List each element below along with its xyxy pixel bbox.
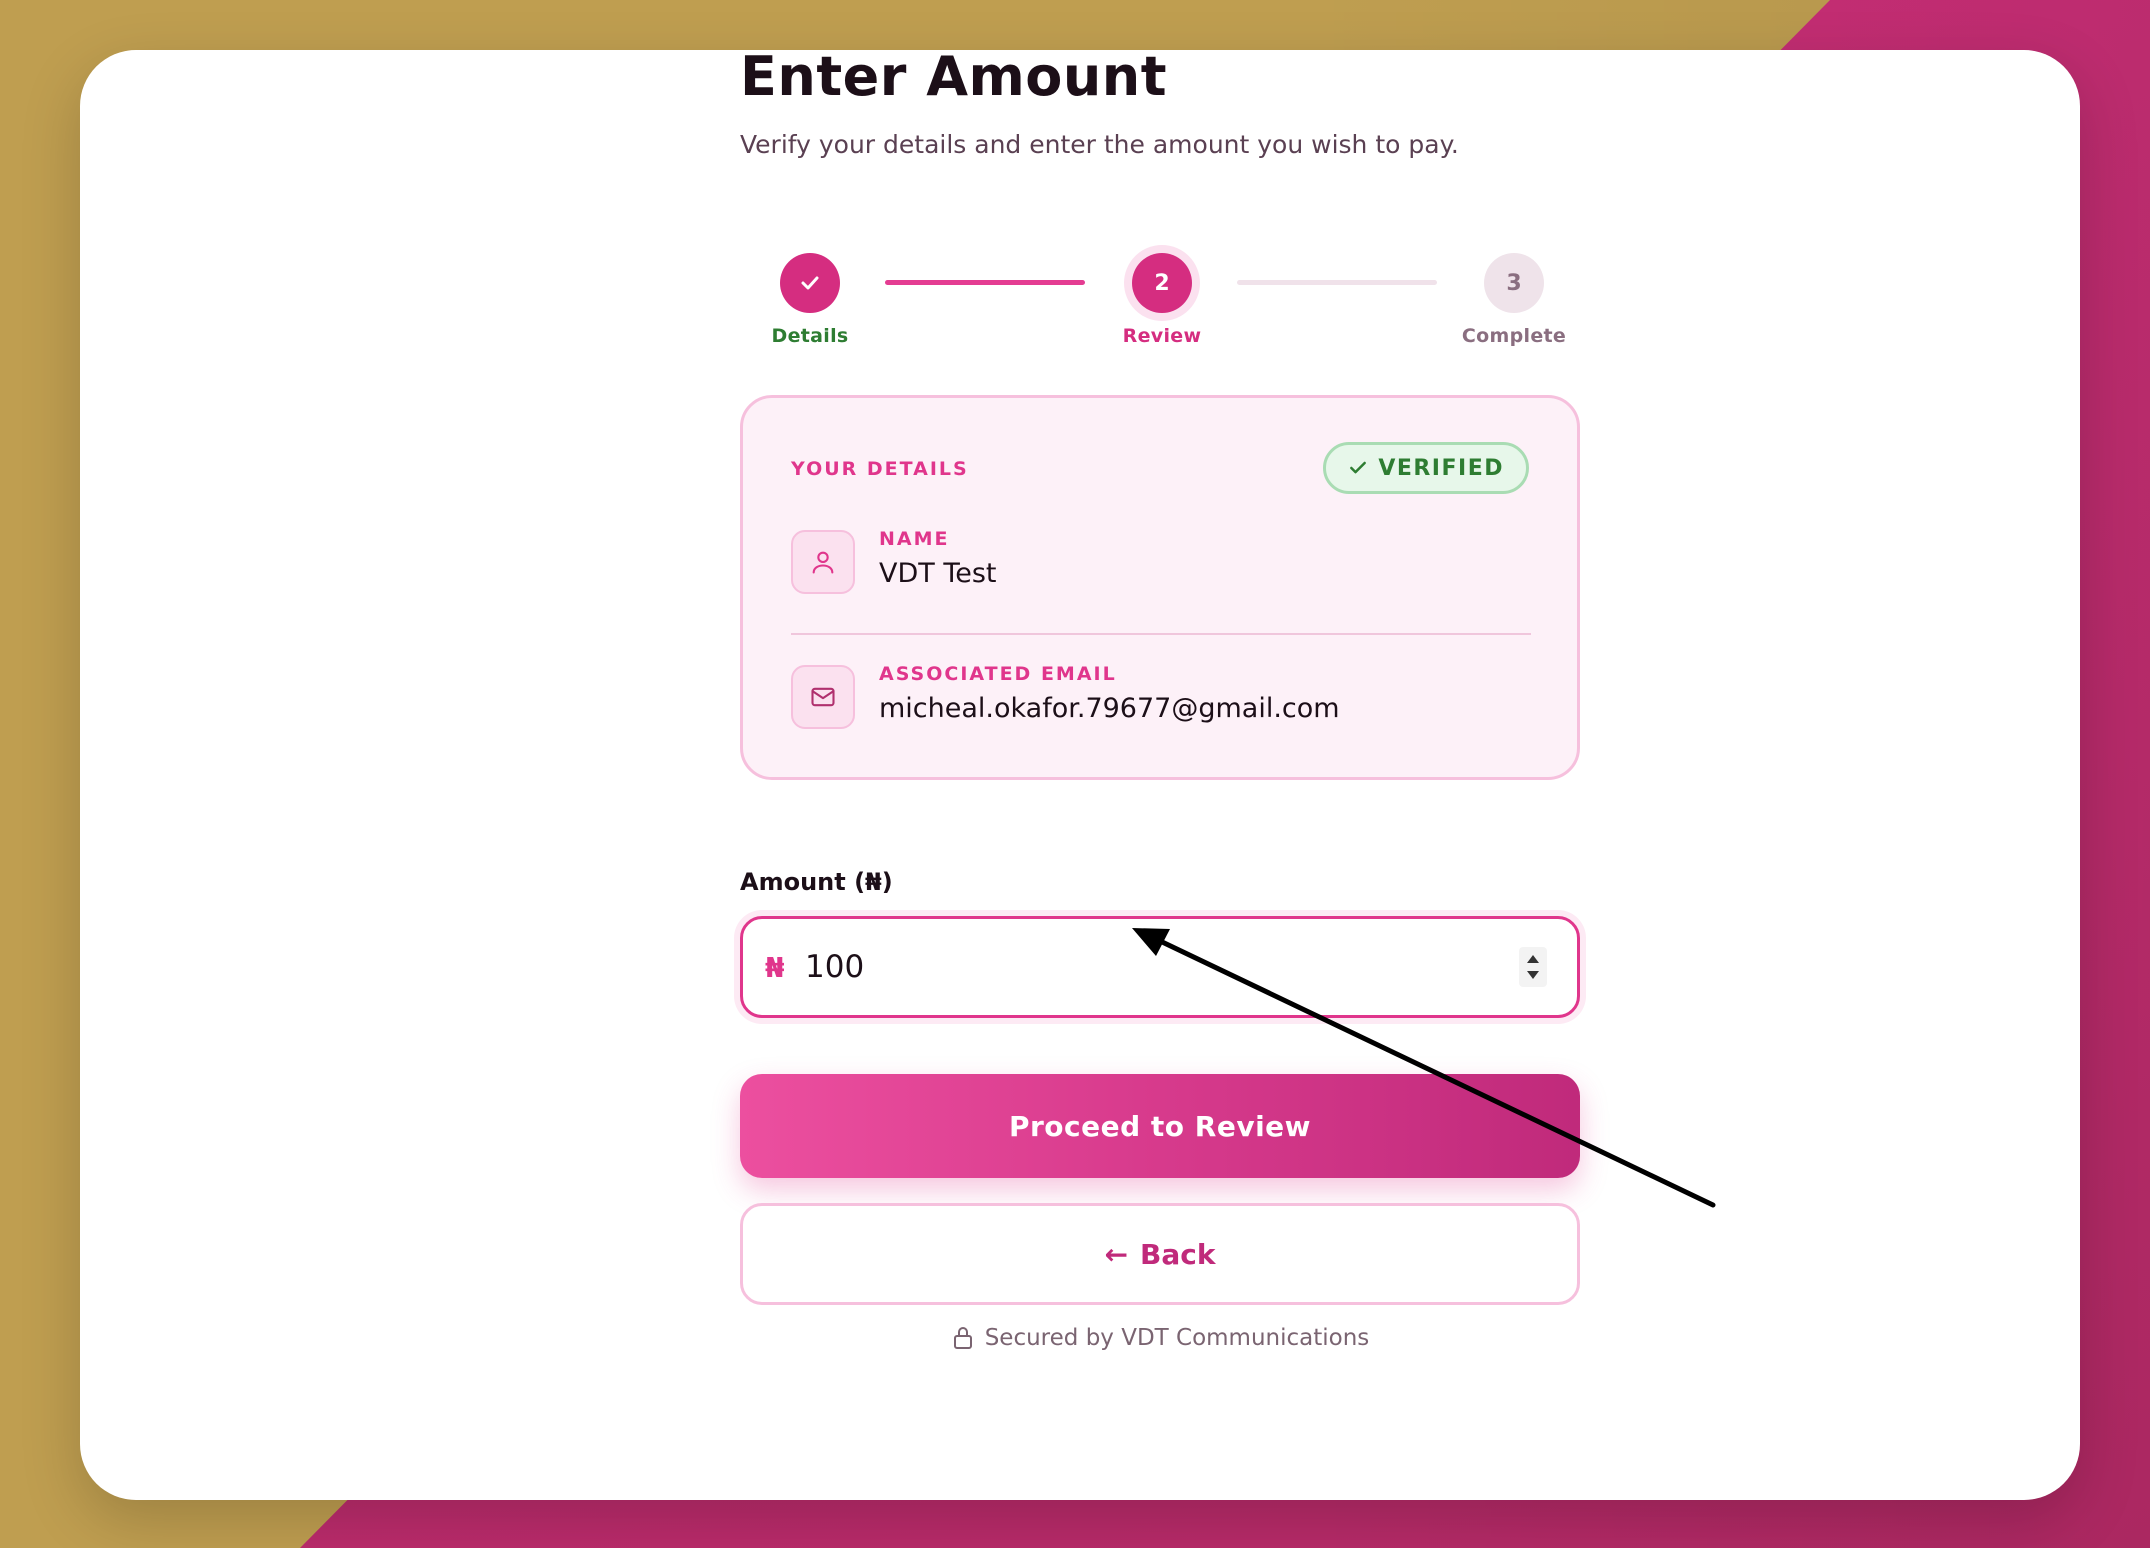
chevron-down-icon[interactable] [1526,970,1540,980]
details-divider [791,633,1531,635]
page-title: Enter Amount [740,45,1168,108]
page-subtitle: Verify your details and enter the amount… [740,130,1459,159]
user-icon [812,551,834,574]
email-value: micheal.okafor.79677@gmail.com [879,693,1340,724]
back-button[interactable]: ← Back [740,1203,1580,1305]
check-icon [801,276,819,290]
back-button-label: Back [1140,1237,1216,1271]
amount-input[interactable]: ₦ 100 [740,916,1580,1018]
footer-text: Secured by VDT Communications [984,1325,1370,1351]
name-value: VDT Test [879,558,997,589]
proceed-to-review-button[interactable]: Proceed to Review [740,1074,1580,1178]
user-icon-tile [791,530,855,594]
step-review-circle: 2 [1132,253,1192,313]
step-complete-circle: 3 [1484,253,1544,313]
step-details-circle [780,253,840,313]
mail-icon [811,687,835,707]
security-footer: Secured by VDT Communications [740,1325,1580,1351]
step-review: 2 Review [1082,253,1242,347]
amount-label: Amount (₦) [740,868,893,896]
step-details: Details [730,253,890,347]
stepper-line-complete [885,280,1085,285]
step-details-label: Details [771,325,849,347]
details-title: YOUR DETAILS [791,458,969,480]
step-complete: 3 Complete [1434,253,1594,347]
details-card: YOUR DETAILS VERIFIED NAME VDT Test ASSO… [740,395,1580,780]
verified-badge: VERIFIED [1323,442,1529,494]
stepper-line-pending [1237,280,1437,285]
amount-stepper[interactable] [1519,947,1547,987]
main-card: Enter Amount Verify your details and ent… [80,50,2080,1500]
arrow-left-icon: ← [1104,1237,1128,1271]
amount-value[interactable]: 100 [805,949,864,985]
lock-icon [953,1327,972,1349]
step-review-label: Review [1122,325,1202,347]
mail-icon-tile [791,665,855,729]
name-label: NAME [879,528,950,550]
email-label: ASSOCIATED EMAIL [879,663,1117,685]
check-icon [1350,461,1367,474]
naira-symbol: ₦ [765,951,785,984]
chevron-up-icon[interactable] [1526,954,1540,964]
verified-badge-label: VERIFIED [1378,455,1504,481]
step-complete-label: Complete [1461,325,1567,347]
